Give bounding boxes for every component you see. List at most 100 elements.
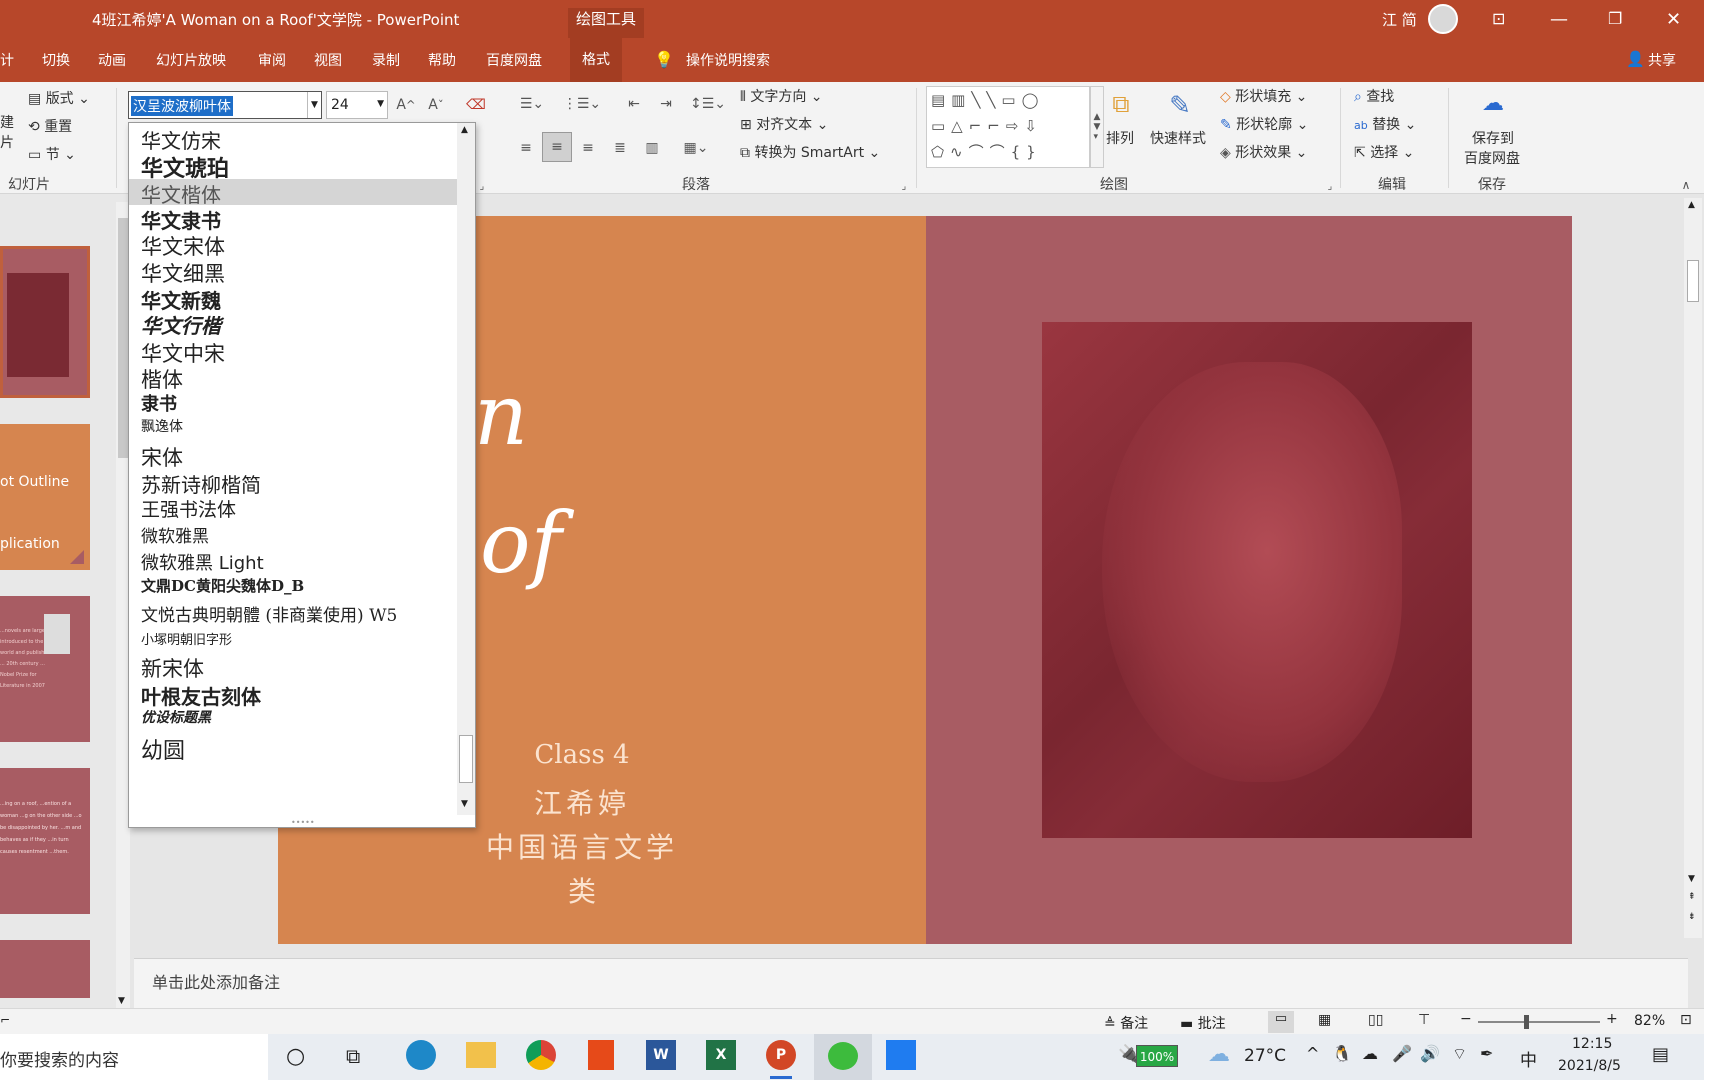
zoom-slider-thumb[interactable] [1524, 1015, 1529, 1029]
ribbon-display-icon[interactable]: ⊡ [1492, 9, 1505, 28]
quick-styles-icon[interactable]: ✎ [1160, 86, 1200, 126]
columns-icon[interactable]: ▦⌄ [676, 134, 716, 162]
slide-department[interactable]: 中国语言文学 [278, 826, 886, 866]
distribute-icon[interactable]: ▥ [638, 134, 666, 162]
justify-icon[interactable]: ≣ [606, 134, 634, 162]
align-right-icon[interactable]: ≡ [574, 134, 602, 162]
scroll-thumb[interactable] [459, 735, 473, 783]
quick-styles-button[interactable]: 快速样式 [1150, 128, 1206, 148]
tab-help[interactable]: 帮助 [428, 50, 456, 70]
tab-design[interactable]: 计 [0, 50, 14, 70]
reset-button[interactable]: ⟲ 重置 [28, 116, 72, 136]
notification-icon[interactable]: ▤ [1652, 1044, 1669, 1065]
font-name-input[interactable]: 汉呈波波柳叶体 [131, 96, 233, 116]
increase-indent-icon[interactable]: ⇥ [652, 90, 680, 118]
font-name-box[interactable]: 汉呈波波柳叶体 ▼ [128, 91, 322, 119]
numbering-icon[interactable]: ⋮☰⌄ [562, 90, 602, 118]
layout-button[interactable]: ▤ 版式 ⌄ [28, 88, 90, 108]
save-to-line2[interactable]: 百度网盘 [1464, 148, 1520, 168]
font-option[interactable]: 华文琥珀 [129, 151, 457, 182]
font-size-input[interactable]: 24 [331, 97, 349, 113]
font-option[interactable]: 华文仿宋 [129, 125, 457, 153]
powerpoint-icon[interactable]: P [766, 1040, 796, 1070]
scroll-down-icon[interactable]: ▼ [461, 799, 468, 809]
zoom-slider[interactable] [1478, 1015, 1600, 1029]
font-option[interactable]: 王强书法体 [129, 495, 457, 522]
office-icon[interactable] [588, 1040, 614, 1070]
font-option[interactable]: 微软雅黑 [129, 522, 457, 549]
font-option[interactable]: 宋体 [129, 442, 457, 470]
font-option[interactable]: 华文宋体 [129, 231, 457, 259]
notes-placeholder[interactable]: 单击此处添加备注 [152, 969, 280, 993]
font-option[interactable]: 文鼎DC黄阳尖魏体D_B [129, 575, 457, 601]
scroll-up-icon[interactable]: ▲ [1688, 200, 1695, 210]
cortana-icon[interactable]: ○ [286, 1044, 305, 1069]
font-option[interactable]: 飘逸体 [129, 416, 457, 442]
weather-icon[interactable]: ☁ [1208, 1042, 1230, 1067]
font-dialog-launcher-icon[interactable]: ⌟ [476, 180, 488, 192]
scroll-up-icon[interactable]: ▲ [461, 125, 468, 135]
text-direction-button[interactable]: ⫴ 文字方向 ⌄ [740, 86, 823, 106]
slide-portrait-photo[interactable] [1042, 322, 1472, 838]
zoom-in-icon[interactable]: + [1606, 1011, 1618, 1027]
shape-fill-button[interactable]: ◇ 形状填充 ⌄ [1220, 86, 1307, 106]
share-button[interactable]: 共享 [1648, 50, 1676, 70]
notes-toggle[interactable]: ≜ 备注 [1104, 1013, 1148, 1033]
font-option[interactable]: 华文中宋 [129, 338, 457, 366]
font-option[interactable]: 华文新魏 [129, 285, 457, 313]
align-left-icon[interactable]: ≡ [512, 134, 540, 162]
decrease-font-icon[interactable]: Aˇ [424, 92, 448, 118]
thumbnail-slide-5[interactable] [0, 940, 90, 998]
replace-button[interactable]: ab 替换 ⌄ [1354, 114, 1416, 134]
shape-effects-button[interactable]: ◈ 形状效果 ⌄ [1220, 142, 1307, 162]
tab-slideshow[interactable]: 幻灯片放映 [156, 50, 226, 70]
font-option[interactable]: 小塚明朝旧字形 [129, 629, 457, 653]
font-option[interactable]: 华文细黑 [129, 258, 457, 286]
microphone-icon[interactable]: 🎤 [1392, 1044, 1412, 1063]
prev-slide-icon[interactable]: ⇞ [1688, 892, 1696, 902]
slide-sorter-icon[interactable]: ▦ [1318, 1012, 1331, 1028]
align-center-icon[interactable]: ≡ [542, 132, 572, 162]
close-icon[interactable]: ✕ [1666, 9, 1681, 30]
thumbnail-slide-4[interactable]: ...ing on a roof, ...ention of a woman .… [0, 768, 90, 914]
increase-font-icon[interactable]: A ^ [394, 92, 418, 118]
reading-view-icon[interactable]: ▯▯ [1368, 1012, 1383, 1028]
font-option[interactable]: 华文楷体 [129, 179, 457, 207]
qq-icon[interactable]: 🐧 [1332, 1044, 1352, 1063]
shapes-gallery[interactable]: ▤▥╲╲▭◯ ▭△⌐⌐⇨⇩ ⬠∿⌒⌒{} [926, 86, 1090, 168]
clear-format-icon[interactable]: ⌫ [464, 92, 488, 118]
font-size-box[interactable]: 24 ▼ [326, 91, 388, 119]
onedrive-icon[interactable]: ☁ [1362, 1044, 1378, 1063]
notes-pane[interactable]: 单击此处添加备注 [134, 958, 1688, 1008]
pen-icon[interactable]: ✒ [1480, 1044, 1493, 1063]
chevron-down-icon[interactable]: ▼ [377, 99, 384, 109]
font-option[interactable]: 苏新诗柳楷简 [129, 469, 457, 497]
fit-slide-icon[interactable]: ⊡ [1680, 1012, 1692, 1028]
section-button[interactable]: ▭ 节 ⌄ [28, 144, 76, 164]
volume-icon[interactable]: 🔊 [1420, 1044, 1440, 1063]
font-option[interactable]: 华文行楷 [129, 310, 457, 338]
shape-outline-button[interactable]: ✎ 形状轮廓 ⌄ [1220, 114, 1308, 134]
decrease-indent-icon[interactable]: ⇤ [620, 90, 648, 118]
clock-date[interactable]: 2021/8/5 [1558, 1058, 1621, 1074]
edge-icon[interactable] [406, 1040, 436, 1070]
slide-title-part-1[interactable]: n [474, 366, 528, 464]
tab-format[interactable]: 格式 [570, 38, 622, 82]
line-spacing-icon[interactable]: ↕☰⌄ [688, 90, 728, 118]
chevron-up-icon[interactable]: ^ [1306, 1044, 1319, 1063]
font-option[interactable]: 文悦古典明朝體 (非商業使用) W5 [129, 601, 457, 629]
user-name[interactable]: 江 简 [1382, 9, 1417, 30]
find-button[interactable]: ⌕ 查找 [1354, 86, 1394, 106]
font-option[interactable]: 叶根友古刻体 [129, 681, 457, 709]
thumbnail-slide-1[interactable] [0, 246, 90, 398]
font-option[interactable]: 隶书 [129, 390, 457, 416]
slide-scrollbar[interactable]: ▲ ▼ ⇞ ⇟ [1684, 198, 1702, 938]
gallery-scroll-icon[interactable]: ▲ ▼ ▾ [1090, 86, 1104, 168]
slide-fragment[interactable]: 片 [0, 132, 14, 152]
restore-icon[interactable]: ❐ [1608, 9, 1622, 28]
wechat-icon[interactable] [828, 1042, 858, 1070]
bullets-icon[interactable]: ☰⌄ [512, 90, 552, 118]
baidu-cloud-icon[interactable]: ☁ [1476, 88, 1510, 118]
tell-me-search[interactable]: 操作说明搜索 [686, 50, 770, 70]
chevron-down-icon[interactable]: ▼ [307, 92, 321, 118]
